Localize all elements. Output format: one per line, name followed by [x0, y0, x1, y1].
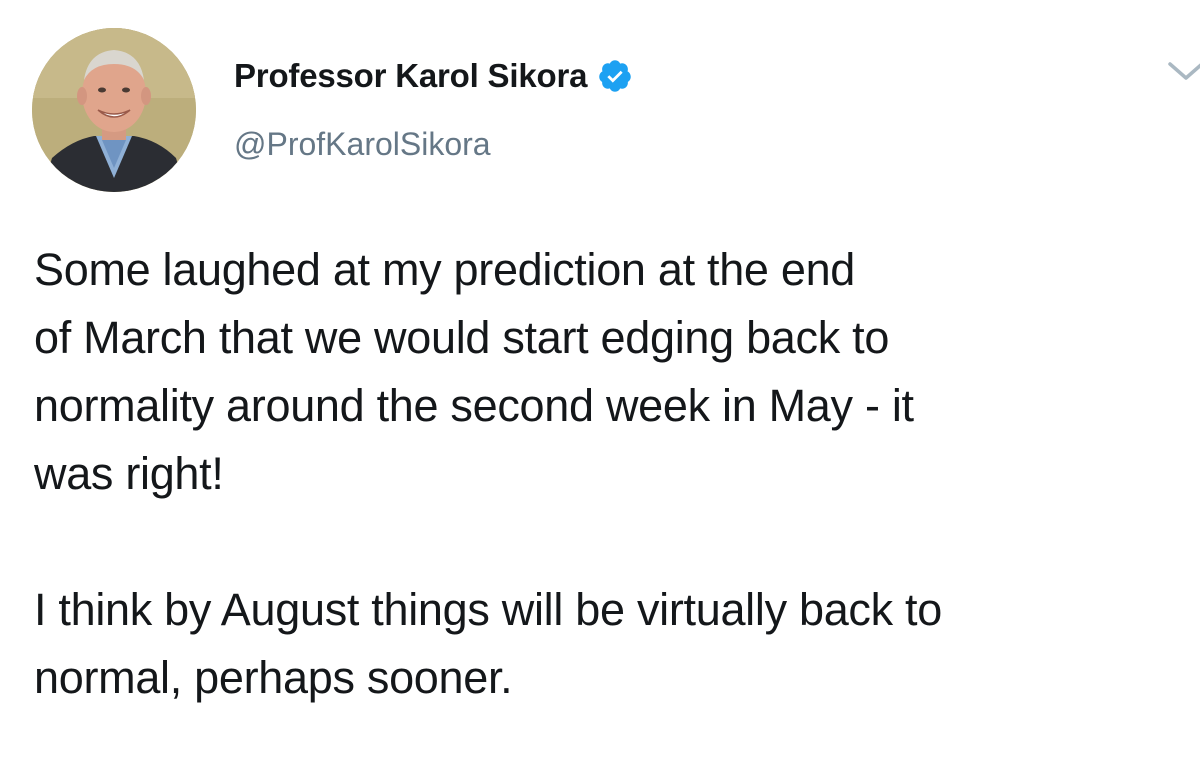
- tweet-card: Professor Karol Sikora @ProfKarolSikora …: [0, 0, 1200, 766]
- chevron-down-icon[interactable]: [1166, 56, 1200, 86]
- verified-badge-icon: [597, 58, 633, 94]
- tweet-line: of March that we would start edging back…: [34, 312, 890, 363]
- author-handle[interactable]: @ProfKarolSikora: [234, 126, 491, 163]
- tweet-line: I think by August things will be virtual…: [34, 584, 942, 635]
- author-display-name[interactable]: Professor Karol Sikora: [234, 57, 587, 95]
- tweet-line: normality around the second week in May …: [34, 380, 914, 431]
- author-avatar[interactable]: [32, 28, 196, 192]
- tweet-line: was right!: [34, 448, 224, 499]
- tweet-body: Some laughed at my prediction at the end…: [34, 236, 1194, 712]
- tweet-line: normal, perhaps sooner.: [34, 652, 513, 703]
- author-name-row: Professor Karol Sikora: [234, 52, 633, 100]
- avatar-photo: [32, 28, 196, 192]
- tweet-paragraph: Some laughed at my prediction at the end…: [34, 236, 1194, 508]
- tweet-line: Some laughed at my prediction at the end: [34, 244, 856, 295]
- tweet-paragraph: I think by August things will be virtual…: [34, 576, 1194, 712]
